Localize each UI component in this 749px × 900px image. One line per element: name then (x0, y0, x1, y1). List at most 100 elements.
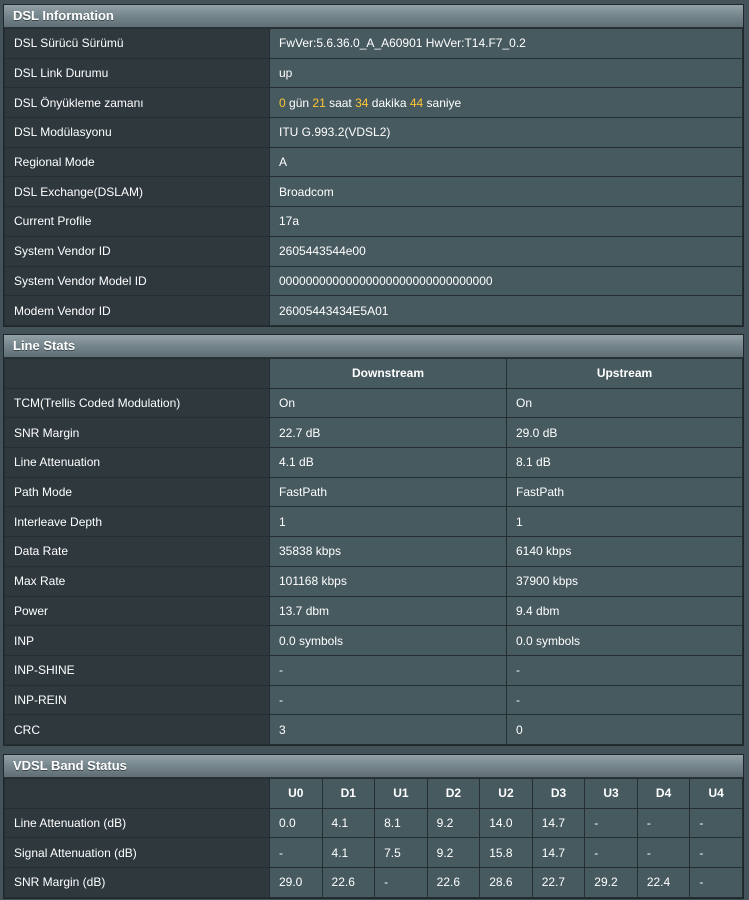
row-label: Data Rate (4, 536, 270, 567)
row-label: DSL Önyükleme zamanı (4, 87, 270, 119)
table-row: DSL Link Durumu up (4, 57, 743, 89)
row-label: Current Profile (4, 206, 270, 237)
band-value-u4: - (689, 807, 743, 839)
row-label: Power (4, 595, 270, 627)
band-value-u0: 0.0 (269, 807, 323, 839)
line-stats-title: Line Stats (4, 335, 743, 358)
row-label: Signal Attenuation (dB) (4, 837, 270, 869)
band-value-u2: 15.8 (479, 837, 533, 869)
uptime-value: 0 gün 21 saat 34 dakika 44 saniye (269, 87, 743, 119)
row-label: Interleave Depth (4, 506, 270, 538)
band-value-u0: - (269, 837, 323, 869)
band-header-d4: D4 (636, 778, 691, 809)
band-value-d1: 4.1 (321, 837, 376, 869)
blank-header-cell (4, 778, 270, 809)
band-value-d2: 9.2 (426, 807, 481, 839)
table-row: DSL Modülasyonu ITU G.993.2(VDSL2) (4, 117, 743, 148)
table-row: INP 0.0 symbols 0.0 symbols (4, 625, 743, 656)
uptime-seconds: 44 (409, 95, 424, 110)
upstream-value: On (506, 387, 743, 419)
table-row: DSL Exchange(DSLAM) Broadcom (4, 176, 743, 208)
table-row: TCM(Trellis Coded Modulation) On On (4, 387, 743, 419)
row-label: Line Attenuation (dB) (4, 807, 270, 839)
dsl-information-title: DSL Information (4, 5, 743, 28)
row-label: INP (4, 625, 270, 656)
band-header-d1: D1 (321, 778, 376, 809)
table-header-row: U0 D1 U1 D2 U2 D3 U3 D4 U4 (4, 778, 743, 809)
band-value-d4: - (636, 837, 691, 869)
table-row: DSL Önyükleme zamanı 0 gün 21 saat 34 da… (4, 87, 743, 119)
band-value-d2: 22.6 (426, 867, 481, 898)
vdsl-band-status-title: VDSL Band Status (4, 755, 743, 778)
row-label: INP-REIN (4, 684, 270, 716)
row-label: Regional Mode (4, 146, 270, 178)
table-row: Regional Mode A (4, 146, 743, 178)
line-stats-table: Downstream Upstream TCM(Trellis Coded Mo… (4, 358, 743, 745)
upstream-value: 29.0 dB (506, 417, 743, 449)
band-header-u0: U0 (269, 778, 323, 809)
uptime-hours-unit: saat (325, 95, 356, 110)
upstream-value: 6140 kbps (506, 536, 743, 567)
band-value-u1: - (374, 867, 428, 898)
table-row: INP-REIN - - (4, 684, 743, 716)
row-label: Max Rate (4, 565, 270, 597)
band-value-d3: 14.7 (531, 807, 586, 839)
row-label: DSL Exchange(DSLAM) (4, 176, 270, 208)
downstream-value: - (269, 654, 507, 686)
table-row: CRC 3 0 (4, 714, 743, 745)
dsl-information-panel: DSL Information DSL Sürücü Sürümü FwVer:… (3, 4, 744, 327)
row-label: CRC (4, 714, 270, 745)
row-label: SNR Margin (4, 417, 270, 449)
upstream-value: 0 (506, 714, 743, 745)
band-value-u3: - (584, 837, 638, 869)
band-value-d4: 22.4 (636, 867, 691, 898)
band-value-u4: - (689, 867, 743, 898)
upstream-value: 1 (506, 506, 743, 538)
table-row: Line Attenuation 4.1 dB 8.1 dB (4, 447, 743, 478)
modulation-value: ITU G.993.2(VDSL2) (269, 117, 743, 148)
band-value-u1: 7.5 (374, 837, 428, 869)
table-row: Line Attenuation (dB) 0.0 4.1 8.1 9.2 14.0 14.… (4, 807, 743, 839)
downstream-value: - (269, 684, 507, 716)
driver-version-value: FwVer:5.6.36.0_A_A60901 HwVer:T14.F7_0.2 (269, 28, 743, 59)
row-label: DSL Sürücü Sürümü (4, 28, 270, 59)
uptime-seconds-unit: saniye (423, 95, 462, 110)
band-value-u2: 28.6 (479, 867, 533, 898)
table-row: SNR Margin (dB) 29.0 22.6-22.6 28.6 22.7 29.2… (4, 867, 743, 898)
downstream-value: 3 (269, 714, 507, 745)
table-header-row: Downstream Upstream (4, 358, 743, 389)
table-row: System Vendor ID 2605443544e00 (4, 235, 743, 267)
upstream-value: 8.1 dB (506, 447, 743, 478)
row-label: Line Attenuation (4, 447, 270, 478)
vdsl-band-status-panel: VDSL Band Status U0 D1 U1 D2 U2 D3 U3 D4 U4 Line… (3, 754, 744, 899)
row-label: DSL Modülasyonu (4, 117, 270, 148)
band-value-u3: - (584, 807, 638, 839)
modem-vendor-id-value: 26005443434E5A01 (269, 295, 743, 326)
upstream-header: Upstream (506, 358, 743, 389)
uptime-days: 0 (279, 95, 286, 110)
vdsl-band-status-table: U0 D1 U1 D2 U2 D3 U3 D4 U4 Line Attenuation (dB)… (4, 778, 743, 898)
line-stats-panel: Line Stats Downstream Upstream TCM(Trell… (3, 334, 744, 746)
table-row: Path Mode FastPath FastPath (4, 476, 743, 508)
table-row: SNR Margin 22.7 dB 29.0 dB (4, 417, 743, 449)
band-value-u3: 29.2 (584, 867, 638, 898)
dslam-value: Broadcom (269, 176, 743, 208)
row-label: INP-SHINE (4, 654, 270, 686)
row-label: SNR Margin (dB) (4, 867, 270, 898)
upstream-value: - (506, 684, 743, 716)
row-label: DSL Link Durumu (4, 57, 270, 89)
upstream-value: FastPath (506, 476, 743, 508)
current-profile-value: 17a (269, 206, 743, 237)
band-value-u4: - (689, 837, 743, 869)
uptime-hours: 21 (312, 95, 326, 110)
band-value-d2: 9.2 (426, 837, 481, 869)
band-header-u2: U2 (479, 778, 533, 809)
downstream-value: 101168 kbps (269, 565, 507, 597)
downstream-value: FastPath (269, 476, 507, 508)
uptime-minutes-unit: dakika (368, 95, 410, 110)
uptime-minutes: 34 (355, 95, 369, 110)
table-row: Current Profile 17a (4, 206, 743, 237)
band-header-u4: U4 (689, 778, 743, 809)
downstream-value: 0.0 symbols (269, 625, 507, 656)
dsl-information-table: DSL Sürücü Sürümü FwVer:5.6.36.0_A_A6090… (4, 28, 743, 326)
